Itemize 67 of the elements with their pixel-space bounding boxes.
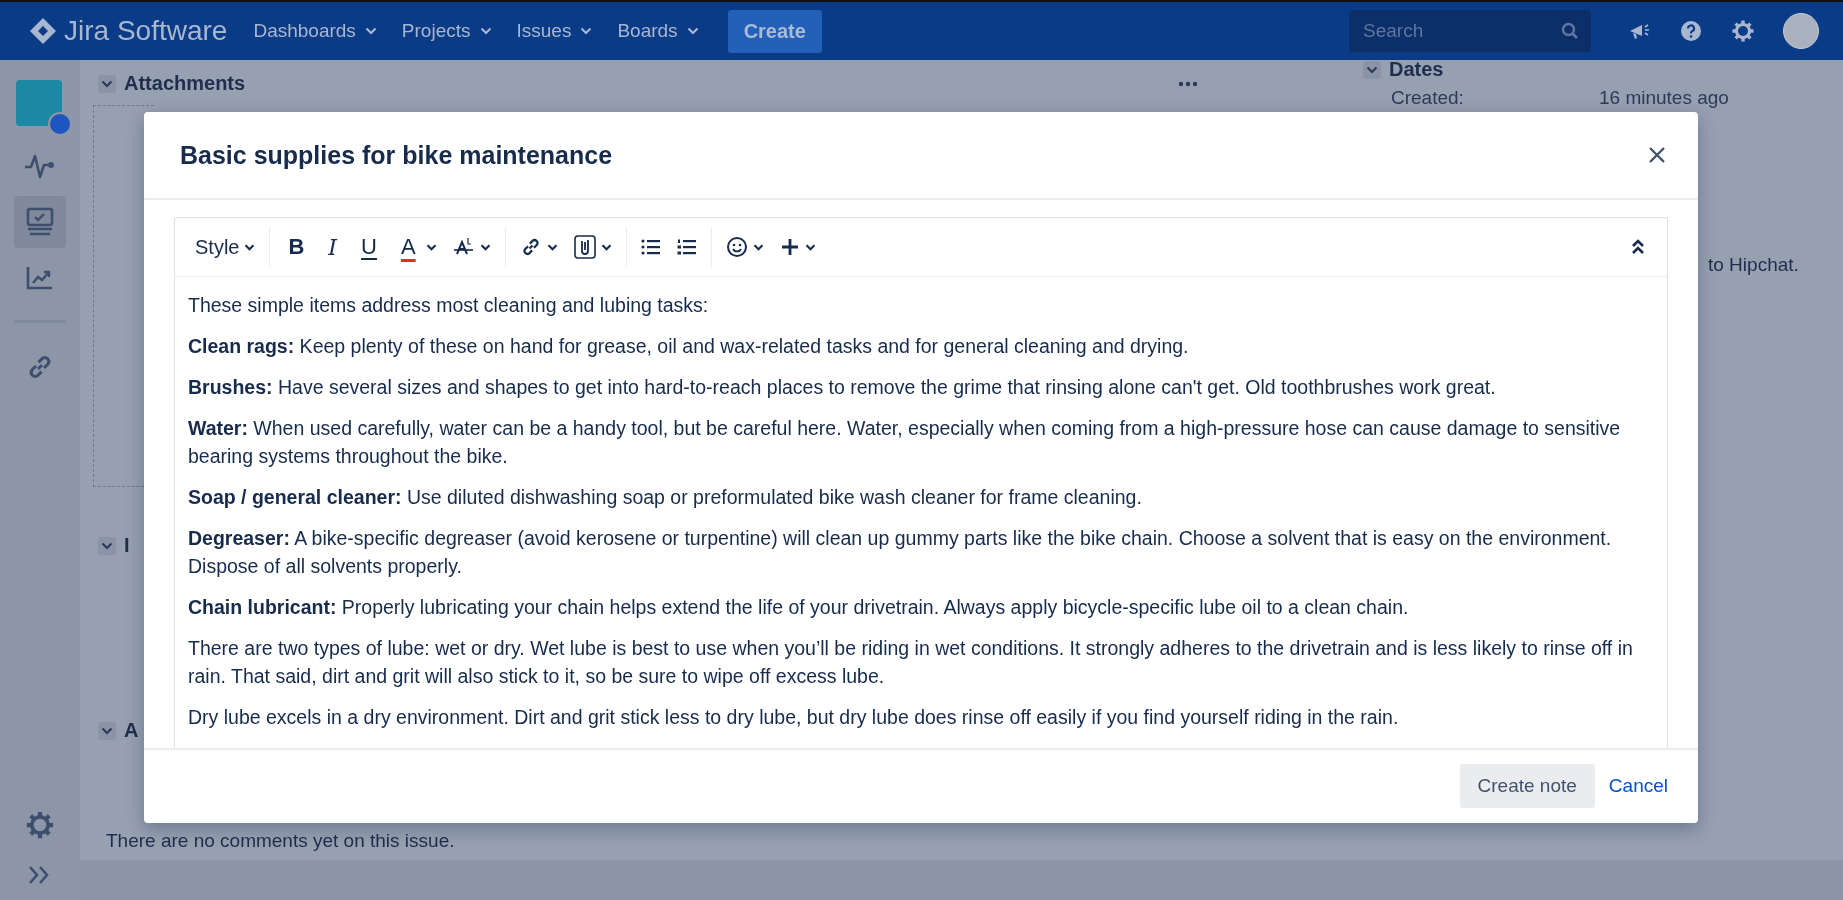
date-label: Created:	[1391, 87, 1465, 109]
caret-icon	[752, 243, 764, 251]
paperclip-icon	[573, 235, 596, 259]
section-title: Dates	[1389, 58, 1444, 81]
section-title: A	[124, 719, 139, 742]
search-icon	[1561, 22, 1579, 40]
collapse-toggle[interactable]	[98, 721, 116, 740]
date-value: 16 minutes ago	[1599, 87, 1729, 109]
text-color-button[interactable]: A	[388, 229, 418, 265]
user-avatar[interactable]	[1783, 13, 1819, 49]
side-note-text: to Hipchat.	[1707, 254, 1800, 276]
style-dropdown[interactable]: Style	[187, 229, 264, 265]
section-title: I	[124, 534, 130, 557]
settings-icon[interactable]	[25, 810, 55, 840]
chevron-icon	[101, 541, 113, 550]
caret-icon	[600, 243, 612, 251]
close-icon[interactable]	[1648, 146, 1666, 164]
caret-icon	[244, 243, 256, 251]
chevron-icon	[101, 726, 113, 735]
chart-icon	[25, 264, 55, 292]
section-title: Attachments	[124, 72, 246, 95]
comments-empty-text: There are no comments yet on this issue.	[105, 830, 456, 852]
bold-button[interactable]: B	[276, 229, 317, 265]
create-note-button[interactable]: Create note	[1459, 764, 1595, 808]
caret-icon	[479, 27, 492, 35]
caret-icon	[804, 243, 816, 251]
caret-icon	[686, 27, 699, 35]
underline-button[interactable]: U	[349, 229, 389, 265]
smiley-icon	[725, 236, 748, 258]
numbered-list-icon	[676, 239, 697, 255]
editor-paragraph: These simple items address most cleaning and lubing tasks:	[188, 293, 710, 318]
help-icon[interactable]	[1679, 19, 1703, 43]
editor-paragraph: Clean rags: Keep plenty of these on hand for grease, oil and wax-related tasks and for general cleaning and drying.	[188, 334, 1190, 359]
nav-menu[interactable]: Dashboards	[253, 20, 377, 42]
caret-icon	[479, 243, 491, 251]
editor-paragraph: Dry lube excels in a dry environment. Dirt and grit stick less to dry lube, but dry lube does rinse off easily if you find yourself riding in the rain.	[188, 705, 1400, 730]
editor-paragraph: There are two types of lube: wet or dry. Wet lube is best to use when you’ll be riding in wet conditions. It strongly adheres to the drivetrain and is less likely to rinse off in rain. That said, dirt and grit will also stick to it, so be sure to wipe off excess lube.	[188, 636, 1634, 689]
product-name[interactable]: Jira Software	[64, 15, 228, 47]
dialog-title: Basic supplies for bike maintenance	[180, 140, 613, 170]
plus-icon	[779, 237, 800, 257]
double-chevron-up-icon	[1631, 239, 1645, 255]
cancel-link[interactable]: Cancel	[1608, 775, 1668, 797]
collapse-toggle[interactable]	[98, 74, 116, 93]
caret-icon	[580, 27, 593, 35]
nav-menu[interactable]: Issues	[516, 20, 593, 42]
editor-paragraph: Chain lubricant: Properly lubricating your chain helps extend the life of your drivetrain. Always apply bicycle-specific lube oil to a clean chain.	[188, 595, 1410, 620]
caret-icon	[546, 243, 558, 251]
logo-icon	[28, 16, 58, 46]
chevron-icon	[1366, 65, 1378, 74]
nav-menu[interactable]: Projects	[401, 20, 492, 42]
nav-menu[interactable]: Boards	[617, 20, 699, 42]
collapse-toggle[interactable]	[1363, 60, 1381, 79]
board-icon	[24, 206, 56, 238]
more-icon[interactable]	[1178, 80, 1198, 87]
caret-icon	[364, 27, 377, 35]
caret-icon	[425, 243, 437, 251]
settings-icon[interactable]	[1731, 19, 1755, 43]
rich-text-editor[interactable]	[174, 217, 1668, 748]
collapse-toggle[interactable]	[98, 536, 116, 555]
editor-paragraph: Water: When used carefully, water can be a handy tool, but be careful here. Water, especially when coming from a high-pressure hose can cause damage to sensitive bearing systems throughout the bike.	[188, 416, 1622, 469]
editor-paragraph: Brushes: Have several sizes and shapes to get into hard-to-reach places to remove the grime that rinsing alone can't get. Old toothbrushes work great.	[188, 375, 1497, 400]
italic-button[interactable]: I	[316, 229, 350, 265]
editor-paragraph: Soap / general cleaner: Use diluted dishwashing soap or preformulated bike wash cleaner for frame cleaning.	[188, 485, 1143, 510]
chevron-icon	[101, 79, 113, 88]
editor-paragraph: Degreaser: A bike-specific degreaser (avoid kerosene or turpentine) will clean up gummy parts like the bike chain. Choose a solvent that is easy on the environment. Dispose of all solvents properly.	[188, 526, 1613, 579]
search-field[interactable]: Search	[1349, 10, 1591, 52]
bullet-list-icon	[640, 239, 661, 255]
